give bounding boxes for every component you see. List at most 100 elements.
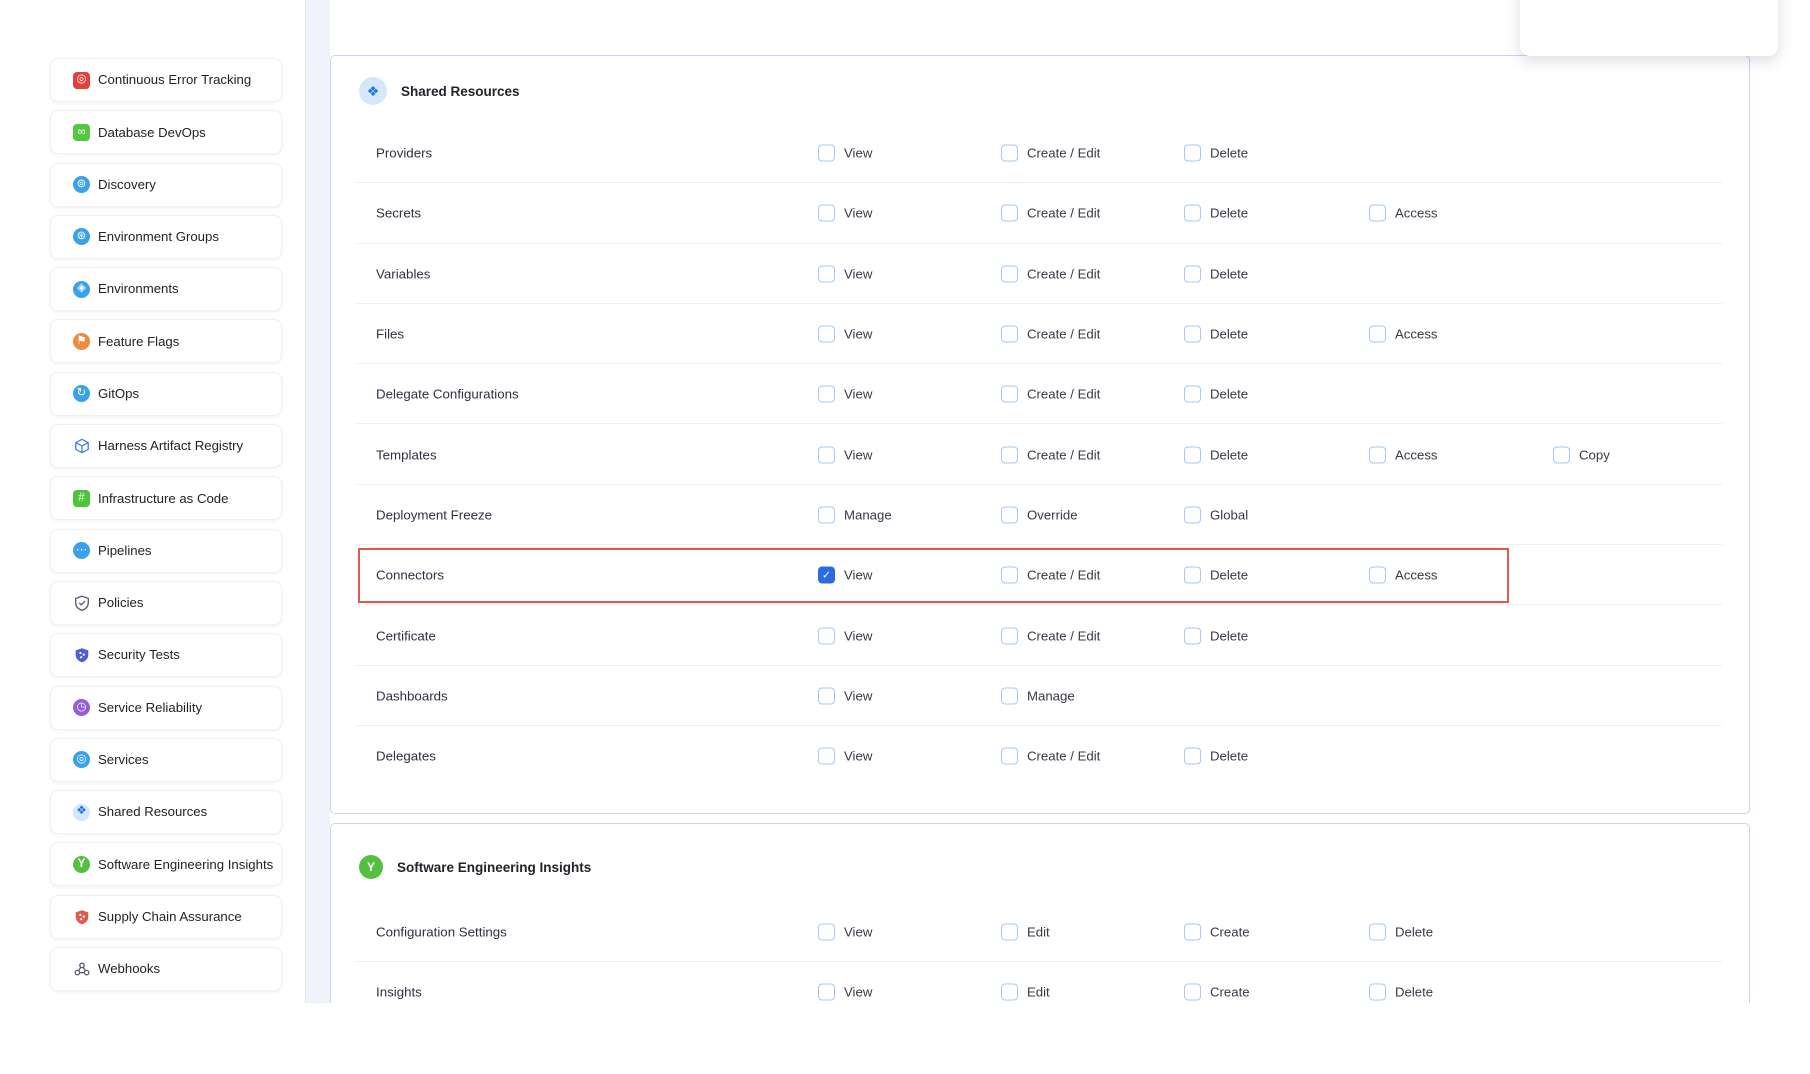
checkbox-secrets-create-edit[interactable] bbox=[1001, 205, 1018, 222]
sidebar-item-security-tests[interactable]: Security Tests bbox=[50, 633, 282, 677]
sidebar-item-environments[interactable]: ◈Environments bbox=[50, 267, 282, 311]
checkbox-connectors-create-edit[interactable] bbox=[1001, 567, 1018, 584]
permission-connectors-delete[interactable]: Delete bbox=[1184, 567, 1248, 584]
permission-templates-delete[interactable]: Delete bbox=[1184, 446, 1248, 463]
permission-secrets-delete[interactable]: Delete bbox=[1184, 205, 1248, 222]
permission-secrets-create-edit[interactable]: Create / Edit bbox=[1001, 205, 1100, 222]
sidebar-item-environment-groups[interactable]: ⊛Environment Groups bbox=[50, 215, 282, 259]
checkbox-files-create-edit[interactable] bbox=[1001, 326, 1018, 343]
sidebar-item-continuous-error-tracking[interactable]: ◎Continuous Error Tracking bbox=[50, 58, 282, 102]
permission-certificate-delete[interactable]: Delete bbox=[1184, 627, 1248, 644]
checkbox-deployment-freeze-override[interactable] bbox=[1001, 506, 1018, 523]
checkbox-delegate-configurations-delete[interactable] bbox=[1184, 386, 1201, 403]
permission-providers-create-edit[interactable]: Create / Edit bbox=[1001, 145, 1100, 162]
checkbox-configuration-settings-create[interactable] bbox=[1184, 924, 1201, 941]
checkbox-connectors-delete[interactable] bbox=[1184, 567, 1201, 584]
permission-templates-view[interactable]: View bbox=[818, 446, 872, 463]
checkbox-certificate-view[interactable] bbox=[818, 627, 835, 644]
sidebar-item-gitops[interactable]: ↻GitOps bbox=[50, 372, 282, 416]
checkbox-certificate-create-edit[interactable] bbox=[1001, 627, 1018, 644]
permission-delegate-configurations-delete[interactable]: Delete bbox=[1184, 386, 1248, 403]
checkbox-providers-create-edit[interactable] bbox=[1001, 145, 1018, 162]
checkbox-dashboards-view[interactable] bbox=[818, 687, 835, 704]
permission-configuration-settings-delete[interactable]: Delete bbox=[1369, 924, 1433, 941]
permission-templates-create-edit[interactable]: Create / Edit bbox=[1001, 446, 1100, 463]
permission-delegates-view[interactable]: View bbox=[818, 748, 872, 765]
checkbox-secrets-view[interactable] bbox=[818, 205, 835, 222]
permission-dashboards-view[interactable]: View bbox=[818, 687, 872, 704]
permission-files-create-edit[interactable]: Create / Edit bbox=[1001, 326, 1100, 343]
sidebar-item-services[interactable]: ◎Services bbox=[50, 738, 282, 782]
checkbox-templates-access[interactable] bbox=[1369, 446, 1386, 463]
checkbox-connectors-access[interactable] bbox=[1369, 567, 1386, 584]
checkbox-files-view[interactable] bbox=[818, 326, 835, 343]
checkbox-certificate-delete[interactable] bbox=[1184, 627, 1201, 644]
checkbox-configuration-settings-delete[interactable] bbox=[1369, 924, 1386, 941]
checkbox-variables-view[interactable] bbox=[818, 265, 835, 282]
checkbox-insights-edit[interactable] bbox=[1001, 984, 1018, 1001]
checkbox-delegate-configurations-create-edit[interactable] bbox=[1001, 386, 1018, 403]
checkbox-insights-delete[interactable] bbox=[1369, 984, 1386, 1001]
permission-configuration-settings-create[interactable]: Create bbox=[1184, 924, 1250, 941]
permission-deployment-freeze-override[interactable]: Override bbox=[1001, 506, 1078, 523]
permission-secrets-view[interactable]: View bbox=[818, 205, 872, 222]
permission-deployment-freeze-global[interactable]: Global bbox=[1184, 506, 1248, 523]
sidebar-item-feature-flags[interactable]: ⚑Feature Flags bbox=[50, 319, 282, 363]
checkbox-deployment-freeze-global[interactable] bbox=[1184, 506, 1201, 523]
sidebar-item-software-engineering-insights[interactable]: YSoftware Engineering Insights bbox=[50, 842, 282, 886]
checkbox-providers-delete[interactable] bbox=[1184, 145, 1201, 162]
permission-insights-delete[interactable]: Delete bbox=[1369, 984, 1433, 1001]
checkbox-variables-create-edit[interactable] bbox=[1001, 265, 1018, 282]
permission-connectors-view[interactable]: ✓View bbox=[818, 567, 872, 584]
sidebar-item-shared-resources[interactable]: ❖Shared Resources bbox=[50, 790, 282, 834]
permission-variables-delete[interactable]: Delete bbox=[1184, 265, 1248, 282]
checkbox-delegates-delete[interactable] bbox=[1184, 748, 1201, 765]
checkbox-providers-view[interactable] bbox=[818, 145, 835, 162]
permission-certificate-create-edit[interactable]: Create / Edit bbox=[1001, 627, 1100, 644]
permission-providers-delete[interactable]: Delete bbox=[1184, 145, 1248, 162]
checkbox-secrets-access[interactable] bbox=[1369, 205, 1386, 222]
permission-providers-view[interactable]: View bbox=[818, 145, 872, 162]
checkbox-deployment-freeze-manage[interactable] bbox=[818, 506, 835, 523]
checkbox-insights-view[interactable] bbox=[818, 984, 835, 1001]
permission-delegates-delete[interactable]: Delete bbox=[1184, 748, 1248, 765]
permission-files-delete[interactable]: Delete bbox=[1184, 326, 1248, 343]
permission-delegate-configurations-view[interactable]: View bbox=[818, 386, 872, 403]
checkbox-variables-delete[interactable] bbox=[1184, 265, 1201, 282]
checkbox-delegate-configurations-view[interactable] bbox=[818, 386, 835, 403]
permission-dashboards-manage[interactable]: Manage bbox=[1001, 687, 1075, 704]
sidebar-item-policies[interactable]: Policies bbox=[50, 581, 282, 625]
permission-variables-view[interactable]: View bbox=[818, 265, 872, 282]
checkbox-configuration-settings-edit[interactable] bbox=[1001, 924, 1018, 941]
sidebar-item-database-devops[interactable]: ∞Database DevOps bbox=[50, 110, 282, 154]
sidebar-item-service-reliability[interactable]: ◷Service Reliability bbox=[50, 686, 282, 730]
checkbox-configuration-settings-view[interactable] bbox=[818, 924, 835, 941]
checkbox-insights-create[interactable] bbox=[1184, 984, 1201, 1001]
permission-files-access[interactable]: Access bbox=[1369, 326, 1438, 343]
sidebar-item-harness-artifact-registry[interactable]: Harness Artifact Registry bbox=[50, 424, 282, 468]
permission-templates-copy[interactable]: Copy bbox=[1553, 446, 1610, 463]
permission-secrets-access[interactable]: Access bbox=[1369, 205, 1438, 222]
sidebar-item-pipelines[interactable]: ⋯Pipelines bbox=[50, 529, 282, 573]
checkbox-files-delete[interactable] bbox=[1184, 326, 1201, 343]
content-scrollbar[interactable] bbox=[305, 0, 330, 1003]
checkbox-files-access[interactable] bbox=[1369, 326, 1386, 343]
permission-deployment-freeze-manage[interactable]: Manage bbox=[818, 506, 892, 523]
checkbox-templates-view[interactable] bbox=[818, 446, 835, 463]
checkbox-delegates-create-edit[interactable] bbox=[1001, 748, 1018, 765]
checkbox-dashboards-manage[interactable] bbox=[1001, 687, 1018, 704]
checkbox-secrets-delete[interactable] bbox=[1184, 205, 1201, 222]
permission-insights-edit[interactable]: Edit bbox=[1001, 984, 1050, 1001]
permission-configuration-settings-view[interactable]: View bbox=[818, 924, 872, 941]
permission-variables-create-edit[interactable]: Create / Edit bbox=[1001, 265, 1100, 282]
checkbox-connectors-view[interactable]: ✓ bbox=[818, 567, 835, 584]
permission-templates-access[interactable]: Access bbox=[1369, 446, 1438, 463]
permission-configuration-settings-edit[interactable]: Edit bbox=[1001, 924, 1050, 941]
permission-insights-view[interactable]: View bbox=[818, 984, 872, 1001]
checkbox-delegates-view[interactable] bbox=[818, 748, 835, 765]
sidebar-item-supply-chain-assurance[interactable]: Supply Chain Assurance bbox=[50, 895, 282, 939]
checkbox-templates-delete[interactable] bbox=[1184, 446, 1201, 463]
permission-connectors-access[interactable]: Access bbox=[1369, 567, 1438, 584]
checkbox-templates-create-edit[interactable] bbox=[1001, 446, 1018, 463]
permission-delegate-configurations-create-edit[interactable]: Create / Edit bbox=[1001, 386, 1100, 403]
